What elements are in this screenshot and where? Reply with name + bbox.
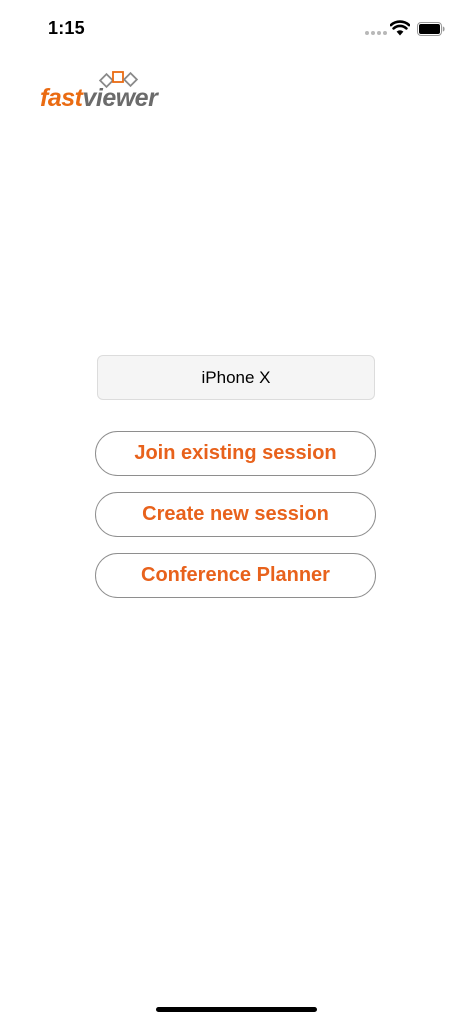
status-bar: 1:15 — [0, 0, 473, 60]
logo-text-fast: fast — [40, 84, 83, 112]
join-existing-session-label: Join existing session — [134, 442, 337, 464]
device-name-label: iPhone X — [201, 367, 271, 387]
fastviewer-logo: fastviewer — [40, 68, 180, 116]
create-new-session-label: Create new session — [142, 503, 329, 525]
battery-icon — [417, 22, 445, 36]
wifi-icon — [390, 20, 410, 36]
create-new-session-button[interactable]: Create new session — [95, 492, 376, 537]
logo-wordmark: fastviewer — [40, 84, 158, 113]
logo-text-viewer: viewer — [82, 84, 158, 112]
conference-planner-label: Conference Planner — [141, 564, 330, 586]
cellular-signal-icon — [365, 31, 387, 35]
home-indicator[interactable] — [156, 1007, 317, 1012]
join-existing-session-button[interactable]: Join existing session — [95, 431, 376, 476]
status-time: 1:15 — [48, 18, 85, 38]
device-name-field[interactable]: iPhone X — [97, 355, 375, 400]
conference-planner-button[interactable]: Conference Planner — [95, 553, 376, 598]
